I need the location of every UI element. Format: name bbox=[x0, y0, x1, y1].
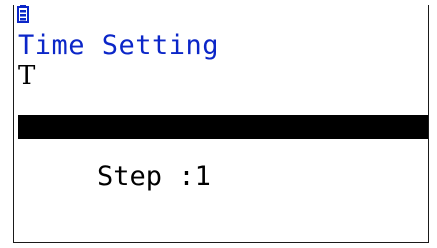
setting-label-step: Step bbox=[97, 161, 179, 192]
status-bar bbox=[17, 5, 37, 23]
mode-label: T bbox=[18, 61, 36, 91]
setting-separator: : bbox=[178, 161, 195, 192]
setting-row-start[interactable]: Start:0 bbox=[18, 115, 428, 164]
calculator-screen: Time Setting T Start:0 Step :1 bbox=[13, 5, 429, 243]
setting-row-step[interactable]: Step :1 bbox=[18, 141, 428, 190]
page-title: Time Setting bbox=[18, 30, 220, 61]
battery-icon bbox=[17, 5, 29, 23]
setting-value-step: 1 bbox=[194, 161, 211, 192]
